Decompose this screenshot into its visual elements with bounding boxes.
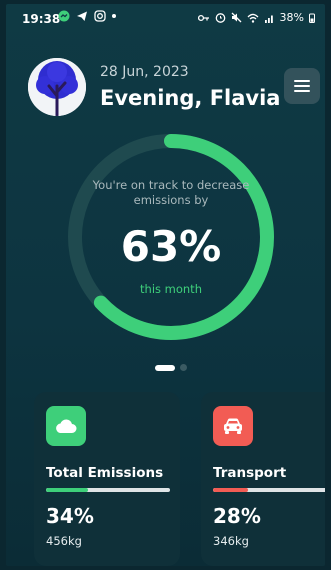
gauge-message: You're on track to decrease emissions by — [92, 178, 250, 207]
gauge-percent: 63% — [120, 222, 222, 271]
messenger-icon — [58, 10, 70, 22]
card-total-emissions[interactable]: Total Emissions 34% 456kg — [34, 392, 180, 566]
card-percent: 34% — [46, 504, 94, 528]
card-progress-bar — [46, 488, 170, 492]
status-bar: 19:38 38% — [6, 4, 325, 34]
app-screen: 19:38 38% 28 Jun, 2023 Evening, Flavia Y… — [6, 4, 325, 566]
mute-icon — [231, 12, 242, 23]
page-indicator-dot-active[interactable] — [155, 364, 175, 371]
vpn-key-icon — [197, 14, 209, 21]
card-percent: 28% — [213, 504, 261, 528]
date-label: 28 Jun, 2023 — [100, 64, 189, 80]
alarm-icon — [215, 13, 225, 23]
card-icon-bg — [46, 406, 86, 446]
page-indicator-dot[interactable] — [180, 364, 187, 371]
battery-icon — [309, 13, 315, 23]
greeting-title: Evening, Flavia — [100, 86, 281, 110]
telegram-icon — [77, 11, 87, 21]
page-indicator — [155, 364, 187, 371]
more-notifications-dot — [112, 14, 116, 18]
status-system-icons: 38% — [197, 11, 315, 24]
emissions-progress-gauge: You're on track to decrease emissions by… — [64, 130, 278, 344]
tree-icon — [28, 58, 86, 116]
card-amount: 346kg — [213, 534, 249, 548]
card-title: Transport — [213, 465, 287, 481]
card-icon-bg — [213, 406, 253, 446]
menu-button[interactable] — [284, 68, 320, 104]
card-transport[interactable]: Transport 28% 346kg — [201, 392, 325, 566]
card-progress-fill — [213, 488, 248, 492]
card-amount: 456kg — [46, 534, 82, 548]
card-progress-bar — [213, 488, 325, 492]
cloud-icon — [56, 419, 77, 433]
status-notification-icons — [58, 10, 116, 22]
header: 28 Jun, 2023 Evening, Flavia — [28, 58, 320, 124]
status-time: 19:38 — [22, 12, 61, 26]
card-progress-fill — [46, 488, 89, 492]
avatar[interactable] — [28, 58, 86, 116]
gauge-period: this month — [140, 282, 202, 296]
signal-icon — [264, 15, 273, 23]
hamburger-menu-icon — [294, 80, 310, 92]
car-icon — [224, 418, 242, 434]
card-title: Total Emissions — [46, 465, 164, 481]
battery-percent: 38% — [279, 11, 304, 24]
wifi-icon — [247, 13, 259, 23]
instagram-icon — [94, 10, 106, 22]
